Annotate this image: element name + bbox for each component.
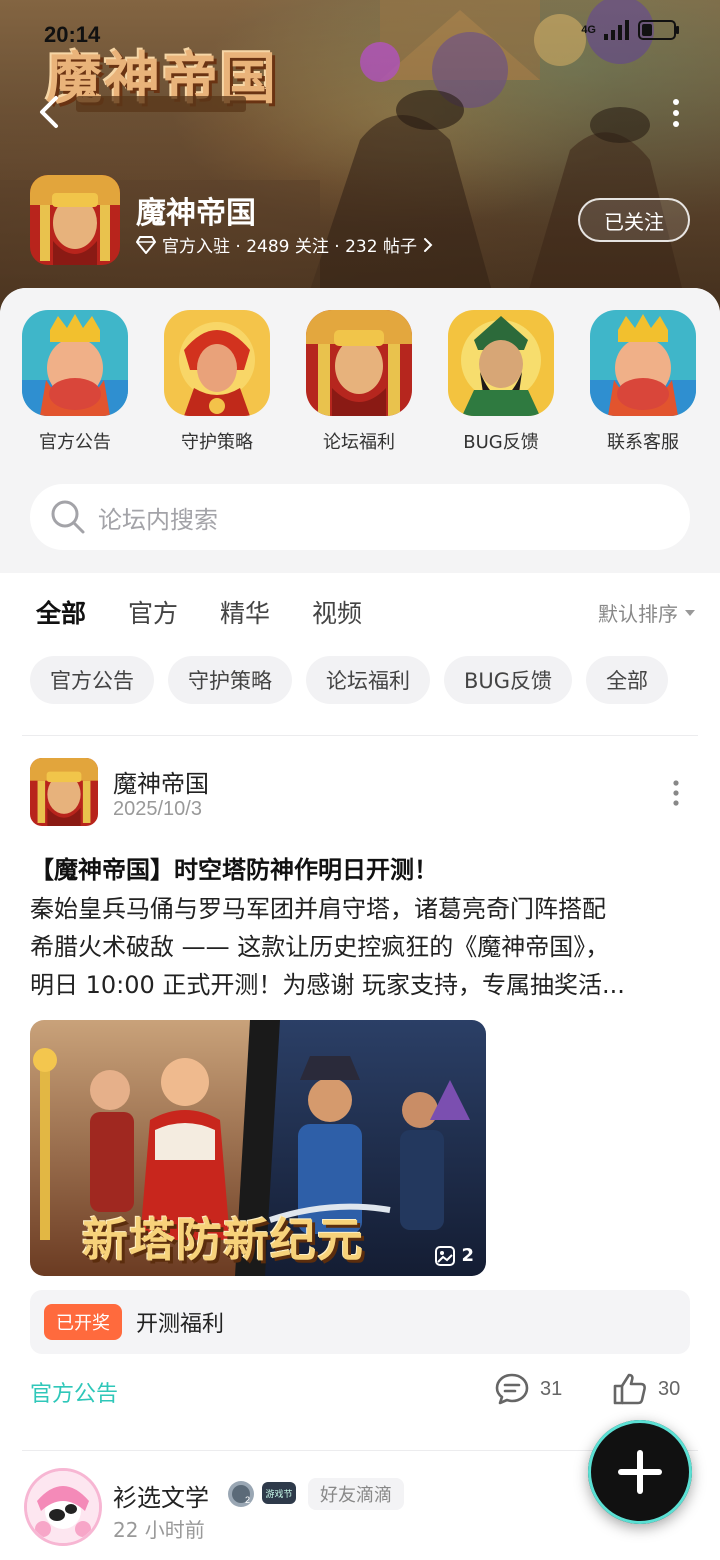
thumbs-up-icon xyxy=(613,1373,646,1405)
follow-button[interactable]: 已关注 xyxy=(578,198,690,242)
quick-link-label: 联系客服 xyxy=(607,432,679,453)
create-post-button[interactable] xyxy=(588,1420,692,1524)
quick-link-bug-report[interactable]: BUG反馈 xyxy=(436,310,566,454)
image-count: 2 xyxy=(461,1245,474,1266)
like-count: 30 xyxy=(658,1377,681,1400)
sort-dropdown[interactable]: 默认排序 xyxy=(598,598,696,627)
game-avatar[interactable] xyxy=(30,175,120,265)
more-vertical-icon[interactable] xyxy=(672,780,680,806)
quick-link-announcements[interactable]: 官方公告 xyxy=(10,310,140,454)
post-time: 22 小时前 xyxy=(113,1518,205,1542)
tab-official[interactable]: 官方 xyxy=(128,594,178,636)
image-icon xyxy=(435,1245,456,1266)
signal-icon xyxy=(604,20,629,40)
post-title: 【魔神帝国】时空塔防神作明日开测！ xyxy=(30,856,438,884)
quick-link-label: 官方公告 xyxy=(39,432,111,453)
chip-bug-report[interactable]: BUG反馈 xyxy=(444,656,573,704)
network-label: 4G xyxy=(581,23,596,36)
feed-tabs: 全部 官方 精华 视频 xyxy=(36,594,362,636)
chip-announcements[interactable]: 官方公告 xyxy=(30,656,154,704)
tab-featured[interactable]: 精华 xyxy=(220,594,270,636)
status-icons: 4G xyxy=(581,20,680,40)
post-author-name[interactable]: 魔神帝国 xyxy=(113,764,209,799)
like-button[interactable]: 30 xyxy=(612,1372,680,1406)
game-name: 魔神帝国 xyxy=(136,196,256,231)
comment-count: 31 xyxy=(540,1377,563,1400)
post-footer: 官方公告 31 30 xyxy=(0,1372,720,1412)
quick-link-label: BUG反馈 xyxy=(463,432,539,453)
level-badge-icon: 2 xyxy=(228,1481,254,1507)
chip-welfare[interactable]: 论坛福利 xyxy=(306,656,430,704)
red-hero-icon xyxy=(164,310,270,416)
lottery-card[interactable]: 已开奖 开测福利 xyxy=(30,1290,690,1354)
post-image[interactable]: 新塔防新纪元 2 xyxy=(30,1020,486,1276)
battery-icon xyxy=(638,20,679,40)
image-count-badge: 2 xyxy=(435,1245,474,1266)
lottery-title: 开测福利 xyxy=(136,1312,225,1337)
plus-icon xyxy=(618,1450,662,1494)
status-bar: 20:14 4G xyxy=(0,0,720,64)
back-icon[interactable] xyxy=(30,90,74,134)
anime-avatar-icon xyxy=(27,1471,99,1543)
post-body-line: 秦始皇兵马俑与罗马军团并肩守塔，诸葛亮奇门阵搭配 xyxy=(30,895,606,923)
emperor-icon xyxy=(30,175,120,265)
category-chips: 官方公告 守护策略 论坛福利 BUG反馈 全部 xyxy=(30,656,669,704)
post-image-caption: 新塔防新纪元 xyxy=(82,1213,364,1267)
quick-link-label: 守护策略 xyxy=(181,432,253,453)
more-vertical-icon[interactable] xyxy=(668,98,684,128)
post-author-avatar[interactable] xyxy=(24,1468,102,1546)
logo-ribbon xyxy=(76,96,246,112)
friend-tag: 好友滴滴 xyxy=(308,1478,404,1510)
post-author-avatar[interactable] xyxy=(30,758,98,826)
sort-label: 默认排序 xyxy=(598,602,678,626)
svg-text:2: 2 xyxy=(245,1495,250,1505)
game-meta[interactable]: 官方入驻 · 2489 关注 · 232 帖子 xyxy=(136,232,433,257)
comment-button[interactable]: 31 xyxy=(494,1372,562,1406)
post-body: 秦始皇兵马俑与罗马军团并肩守塔，诸葛亮奇门阵搭配 希腊火术破敌 —— 这款让历史… xyxy=(30,890,690,1004)
quick-link-customer-service[interactable]: 联系客服 xyxy=(578,310,708,454)
header-banner: 魔神帝国 20:14 4G 魔神帝国 官方入驻 · 2489 关注 · 232 … xyxy=(0,0,720,320)
comment-icon xyxy=(495,1373,529,1405)
game-festival-badge: 游戏节 xyxy=(262,1482,296,1504)
post-body-line: 明日 10:00 正式开测！为感谢 玩家支持，专属抽奖活... xyxy=(30,971,625,999)
post-author-name[interactable]: 衫选文学 xyxy=(113,1478,209,1513)
king-icon xyxy=(590,310,696,416)
guan-yu-icon xyxy=(448,310,554,416)
diamond-icon xyxy=(136,235,156,254)
emperor-icon xyxy=(30,758,98,826)
caret-down-icon xyxy=(685,609,695,616)
search-input[interactable]: 论坛内搜索 xyxy=(30,484,690,550)
emperor-icon xyxy=(306,310,412,416)
quick-links: 官方公告 守护策略 论坛福利 BUG反馈 联系客服 xyxy=(0,310,720,453)
king-icon xyxy=(22,310,128,416)
chevron-right-icon xyxy=(423,237,433,252)
lottery-status-badge: 已开奖 xyxy=(44,1304,122,1340)
search-placeholder: 论坛内搜索 xyxy=(98,505,218,534)
forum-sheet: 官方公告 守护策略 论坛福利 BUG反馈 联系客服 论坛内搜索 全部 官方 精华… xyxy=(0,288,720,1560)
divider xyxy=(22,735,698,736)
quick-link-label: 论坛福利 xyxy=(323,432,395,453)
chip-strategy[interactable]: 守护策略 xyxy=(168,656,292,704)
tab-all[interactable]: 全部 xyxy=(36,594,87,636)
post-category-tag[interactable]: 官方公告 xyxy=(30,1376,118,1408)
post-date: 2025/10/3 xyxy=(113,798,202,820)
tab-video[interactable]: 视频 xyxy=(312,594,362,636)
quick-link-strategy[interactable]: 守护策略 xyxy=(152,310,282,454)
chip-all[interactable]: 全部 xyxy=(586,656,669,704)
status-time: 20:14 xyxy=(44,22,101,47)
post-body-line: 希腊火术破敌 —— 这款让历史控疯狂的《魔神帝国》， xyxy=(30,933,610,961)
game-meta-text: 官方入驻 · 2489 关注 · 232 帖子 xyxy=(162,237,417,257)
search-icon xyxy=(51,500,85,534)
quick-link-welfare[interactable]: 论坛福利 xyxy=(294,310,424,454)
